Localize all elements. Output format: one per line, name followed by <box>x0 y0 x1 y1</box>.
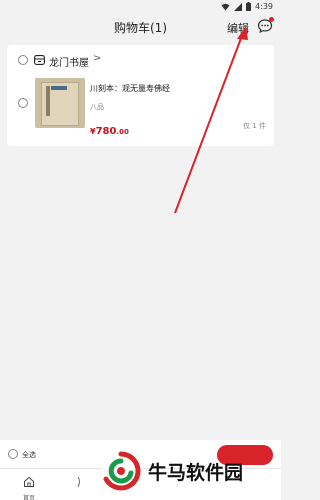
book-spine-strip <box>46 86 50 116</box>
item-condition-tag: 八品 <box>90 103 104 111</box>
item-quantity: 仅 1 件 <box>243 122 266 130</box>
price-integer: 780 <box>95 126 117 137</box>
book-label-tab <box>51 86 67 90</box>
shop-name[interactable]: 龙门书屋 <box>49 54 89 69</box>
select-all-label[interactable]: 全选 <box>22 450 36 460</box>
header: 购物车(1) 编辑 <box>0 14 281 40</box>
select-all-radio[interactable] <box>8 449 18 459</box>
status-bar: 4:39 <box>0 0 281 14</box>
watermark-logo-icon <box>102 451 141 491</box>
watermark: 牛马软件园 <box>100 448 270 496</box>
battery-icon <box>246 2 252 11</box>
clock-time: 4:39 <box>255 2 273 11</box>
item-price: ¥780.00 <box>90 119 129 138</box>
home-icon <box>24 476 34 487</box>
tab-icon-partial[interactable] <box>77 475 83 493</box>
price-decimal: .00 <box>116 128 129 136</box>
signal-icon <box>234 2 243 11</box>
edit-button[interactable]: 编辑 <box>227 20 249 36</box>
messages-button[interactable] <box>257 17 274 34</box>
item-select-radio[interactable] <box>18 98 28 108</box>
watermark-text: 牛马软件园 <box>148 462 244 484</box>
tab-home-label: 首页 <box>22 495 35 500</box>
book-cover-image <box>41 82 79 126</box>
shop-icon <box>34 55 45 65</box>
chevron-right-icon: > <box>93 53 102 64</box>
shop-row[interactable]: 龙门书屋 > <box>7 45 274 75</box>
wifi-icon <box>221 3 230 10</box>
notification-dot <box>269 17 274 22</box>
status-icons: 4:39 <box>221 2 273 11</box>
item-title[interactable]: 川刻本：观无量寿佛经 <box>90 83 170 94</box>
cart-shop-card: 龙门书屋 > 川刻本：观无量寿佛经 八品 ¥780.00 仅 1 件 <box>7 45 274 146</box>
item-thumbnail[interactable] <box>35 78 85 128</box>
shop-select-radio[interactable] <box>18 55 28 65</box>
tab-home[interactable]: 首页 <box>18 473 40 500</box>
